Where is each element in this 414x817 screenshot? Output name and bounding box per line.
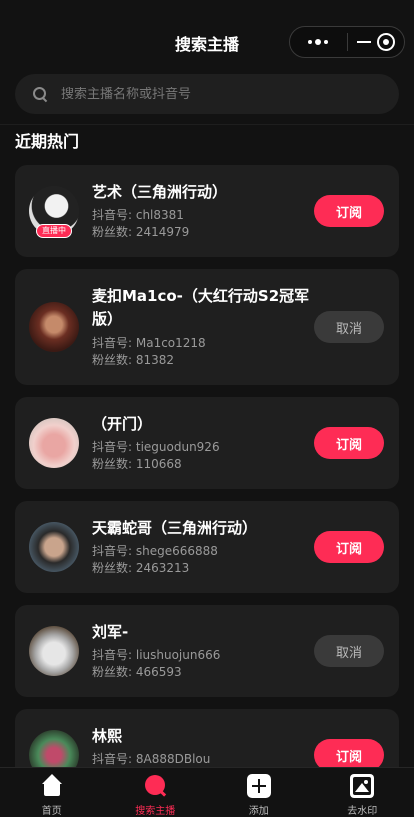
tab-label: 首页 — [41, 806, 62, 817]
search-input[interactable] — [61, 86, 361, 102]
header-divider — [0, 124, 414, 125]
streamer-name: 艺术（三角洲行动） — [92, 183, 228, 201]
tab-label: 搜索主播 — [135, 806, 176, 817]
tab-remove-watermark[interactable]: 去水印 — [311, 768, 414, 817]
search-streamer-page: 搜索主播 近期热门 直播中 艺术（三角洲行动） 抖音号: chl8381 粉丝数… — [0, 0, 414, 817]
fans-count: 粉丝数: 466593 — [92, 665, 182, 679]
section-title: 近期热门 — [15, 132, 80, 151]
target-icon[interactable] — [376, 33, 395, 51]
tab-bar: 首页 搜索主播 添加 去水印 — [0, 767, 414, 817]
image-icon — [350, 774, 375, 798]
streamer-name: 林熙 — [92, 727, 123, 745]
streamer-name: 刘军- — [92, 623, 129, 641]
fans-count: 粉丝数: 110668 — [92, 457, 182, 471]
fans-count: 粉丝数: 2463213 — [92, 561, 190, 575]
douyin-id: 抖音号: shege666888 — [92, 544, 218, 558]
header: 搜索主播 — [0, 0, 414, 70]
fans-count: 粉丝数: 2414979 — [92, 225, 190, 239]
streamer-name: 麦扣Ma1co-（大红行动S2冠军版） — [92, 287, 310, 328]
douyin-id: 抖音号: tieguodun926 — [92, 440, 220, 454]
streamer-name: （开门） — [92, 415, 153, 433]
douyin-id: 抖音号: Ma1co1218 — [92, 336, 206, 350]
douyin-id: 抖音号: liushuojun666 — [92, 648, 221, 662]
more-button[interactable] — [290, 27, 347, 57]
search-bar[interactable] — [15, 74, 399, 114]
avatar — [29, 418, 79, 468]
subscribe-button[interactable]: 订阅 — [314, 531, 384, 563]
unsubscribe-button[interactable]: 取消 — [314, 635, 384, 667]
douyin-id: 抖音号: 8A888DBlou — [92, 752, 211, 766]
more-dots-icon — [308, 39, 329, 45]
home-icon — [40, 774, 64, 798]
subscribe-button[interactable]: 订阅 — [314, 195, 384, 227]
search-icon — [33, 87, 47, 101]
streamer-card[interactable]: 天霸蛇哥（三角洲行动） 抖音号: shege666888 粉丝数: 246321… — [15, 501, 399, 593]
subscribe-button[interactable]: 订阅 — [314, 427, 384, 459]
avatar — [29, 302, 79, 352]
unsubscribe-button[interactable]: 取消 — [314, 311, 384, 343]
avatar — [29, 626, 79, 676]
fans-count: 粉丝数: 81382 — [92, 353, 175, 367]
tab-label: 添加 — [248, 806, 269, 817]
streamer-card[interactable]: （开门） 抖音号: tieguodun926 粉丝数: 110668 订阅 — [15, 397, 399, 489]
streamer-name: 天霸蛇哥（三角洲行动） — [92, 519, 258, 537]
live-badge: 直播中 — [36, 224, 72, 238]
streamer-card[interactable]: 直播中 艺术（三角洲行动） 抖音号: chl8381 粉丝数: 2414979 … — [15, 165, 399, 257]
search-icon — [143, 774, 167, 798]
tab-search-streamer[interactable]: 搜索主播 — [104, 768, 208, 817]
add-icon — [246, 774, 271, 798]
minus-icon[interactable] — [356, 41, 371, 43]
miniprogram-capsule — [289, 26, 405, 58]
streamer-card[interactable]: 麦扣Ma1co-（大红行动S2冠军版） 抖音号: Ma1co1218 粉丝数: … — [15, 269, 399, 385]
tab-add[interactable]: 添加 — [207, 768, 311, 817]
tab-home[interactable]: 首页 — [0, 768, 104, 817]
douyin-id: 抖音号: chl8381 — [92, 208, 184, 222]
avatar — [29, 522, 79, 572]
streamer-card[interactable]: 刘军- 抖音号: liushuojun666 粉丝数: 466593 取消 — [15, 605, 399, 697]
tab-label: 去水印 — [347, 806, 378, 817]
